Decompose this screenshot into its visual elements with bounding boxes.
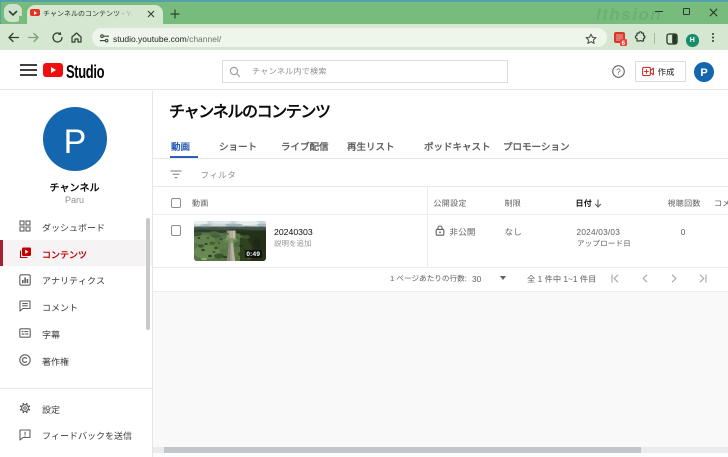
svg-text:?: ? — [616, 67, 621, 76]
